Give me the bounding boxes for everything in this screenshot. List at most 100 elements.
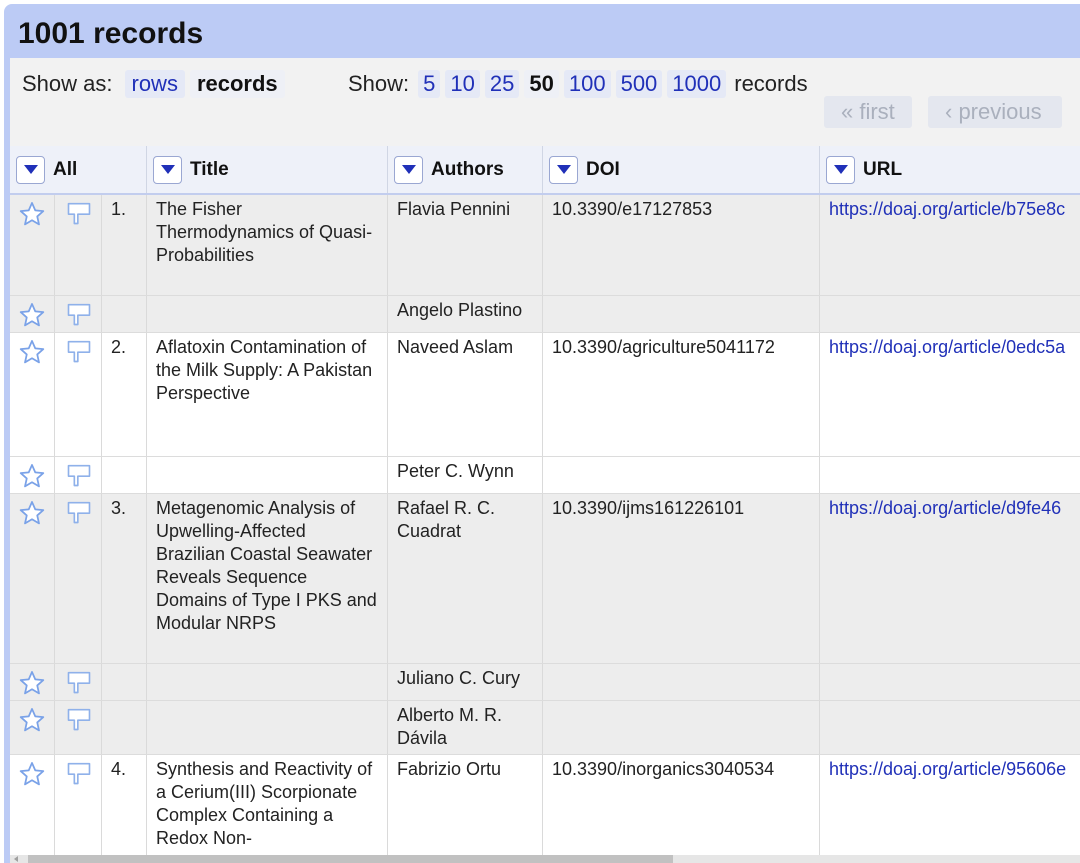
star-toggle[interactable] <box>10 664 55 700</box>
record-author: Angelo Plastino <box>388 296 543 332</box>
record-url-link[interactable]: https://doaj.org/article/0edc5a <box>829 337 1065 357</box>
triangle-down-icon <box>833 165 848 174</box>
column-doi-menu-button[interactable] <box>549 155 578 184</box>
record-author: Peter C. Wynn <box>388 457 543 493</box>
record-url-cell: https://doaj.org/article/d9fe46 <box>820 494 1080 663</box>
record-number: 1. <box>102 195 147 295</box>
record-author: Alberto M. R. Dávila <box>388 701 543 754</box>
flag-icon <box>67 762 91 785</box>
records-table: All Title Authors DOI URL 1. The Fisher … <box>10 146 1080 856</box>
previous-page-button[interactable]: ‹ previous <box>928 96 1062 128</box>
column-title-label: Title <box>190 158 229 180</box>
record-author: Naveed Aslam <box>388 333 543 456</box>
star-icon <box>19 708 45 732</box>
table-row: Angelo Plastino <box>10 296 1080 333</box>
column-header-all: All <box>10 146 147 193</box>
page-size-label: Show: <box>348 71 410 96</box>
record-number <box>102 701 147 754</box>
table-row: 3. Metagenomic Analysis of Upwelling-Aff… <box>10 494 1080 664</box>
show-as-group: Show as: rows records <box>22 70 290 98</box>
flag-icon <box>67 671 91 694</box>
record-number: 4. <box>102 755 147 856</box>
table-row: Peter C. Wynn <box>10 457 1080 494</box>
record-doi <box>543 457 820 493</box>
column-url-menu-button[interactable] <box>826 155 855 184</box>
scroll-left-arrow-icon[interactable] <box>14 856 18 862</box>
column-url-label: URL <box>863 158 903 180</box>
view-controls: Show as: rows records Show: 5 10 25 50 1… <box>10 58 1080 146</box>
column-header-title: Title <box>147 146 388 193</box>
record-url-link[interactable]: https://doaj.org/article/d9fe46 <box>829 498 1061 518</box>
column-all-menu-button[interactable] <box>16 155 45 184</box>
flag-toggle[interactable] <box>55 195 102 295</box>
record-title: Synthesis and Reactivity of a Cerium(III… <box>147 755 388 856</box>
table-row: 4. Synthesis and Reactivity of a Cerium(… <box>10 755 1080 856</box>
column-authors-menu-button[interactable] <box>394 155 423 184</box>
flag-toggle[interactable] <box>55 457 102 493</box>
page-size-5-link[interactable]: 5 <box>418 70 441 98</box>
column-title-menu-button[interactable] <box>153 155 182 184</box>
star-toggle[interactable] <box>10 296 55 332</box>
flag-icon <box>67 708 91 731</box>
table-row: 1. The Fisher Thermodynamics of Quasi-Pr… <box>10 195 1080 296</box>
record-url-link[interactable]: https://doaj.org/article/b75e8c <box>829 199 1065 219</box>
star-toggle[interactable] <box>10 494 55 663</box>
star-icon <box>19 303 45 327</box>
scrollbar-thumb[interactable] <box>28 855 673 863</box>
column-header-url: URL <box>820 146 1080 193</box>
page-size-25-link[interactable]: 25 <box>484 70 520 98</box>
star-toggle[interactable] <box>10 755 55 856</box>
page-size-1000-link[interactable]: 1000 <box>667 70 727 98</box>
star-toggle[interactable] <box>10 333 55 456</box>
record-doi <box>543 664 820 700</box>
star-icon <box>19 202 45 226</box>
star-toggle[interactable] <box>10 457 55 493</box>
record-title: Aflatoxin Contamination of the Milk Supp… <box>147 333 388 456</box>
record-url-cell <box>820 701 1080 754</box>
record-number <box>102 296 147 332</box>
record-author: Rafael R. C. Cuadrat <box>388 494 543 663</box>
flag-toggle[interactable] <box>55 494 102 663</box>
triangle-down-icon <box>556 165 571 174</box>
record-doi: 10.3390/agriculture5041172 <box>543 333 820 456</box>
page-size-group: Show: 5 10 25 50 100 500 1000 records <box>348 70 808 98</box>
column-all-label: All <box>53 158 78 180</box>
flag-toggle[interactable] <box>55 333 102 456</box>
page-size-500-link[interactable]: 500 <box>615 70 663 98</box>
show-as-rows-link[interactable]: rows <box>124 70 185 98</box>
record-url-cell: https://doaj.org/article/b75e8c <box>820 195 1080 295</box>
flag-toggle[interactable] <box>55 701 102 754</box>
record-doi <box>543 701 820 754</box>
star-toggle[interactable] <box>10 195 55 295</box>
record-title <box>147 457 388 493</box>
record-title: The Fisher Thermodynamics of Quasi-Proba… <box>147 195 388 295</box>
flag-icon <box>67 202 91 225</box>
star-toggle[interactable] <box>10 701 55 754</box>
page-size-100-link[interactable]: 100 <box>563 70 611 98</box>
first-page-button[interactable]: « first <box>824 96 912 128</box>
record-author: Fabrizio Ortu <box>388 755 543 856</box>
page-size-suffix: records <box>734 71 808 96</box>
record-title <box>147 701 388 754</box>
record-number: 2. <box>102 333 147 456</box>
flag-toggle[interactable] <box>55 755 102 856</box>
flag-icon <box>67 303 91 326</box>
show-as-label: Show as: <box>22 71 113 96</box>
record-url-cell: https://doaj.org/article/95606e <box>820 755 1080 856</box>
page-size-10-link[interactable]: 10 <box>445 70 480 98</box>
page-title: 1001 records <box>18 17 204 50</box>
record-title <box>147 296 388 332</box>
record-url-link[interactable]: https://doaj.org/article/95606e <box>829 759 1066 779</box>
record-author: Flavia Pennini <box>388 195 543 295</box>
record-author: Juliano C. Cury <box>388 664 543 700</box>
page-size-50-option: 50 <box>524 70 559 98</box>
horizontal-scrollbar[interactable] <box>10 855 1080 863</box>
record-doi <box>543 296 820 332</box>
table-row: Juliano C. Cury <box>10 664 1080 701</box>
record-url-cell: https://doaj.org/article/0edc5a <box>820 333 1080 456</box>
record-url-cell <box>820 457 1080 493</box>
table-row: Alberto M. R. Dávila <box>10 701 1080 755</box>
flag-toggle[interactable] <box>55 664 102 700</box>
star-icon <box>19 762 45 786</box>
flag-toggle[interactable] <box>55 296 102 332</box>
